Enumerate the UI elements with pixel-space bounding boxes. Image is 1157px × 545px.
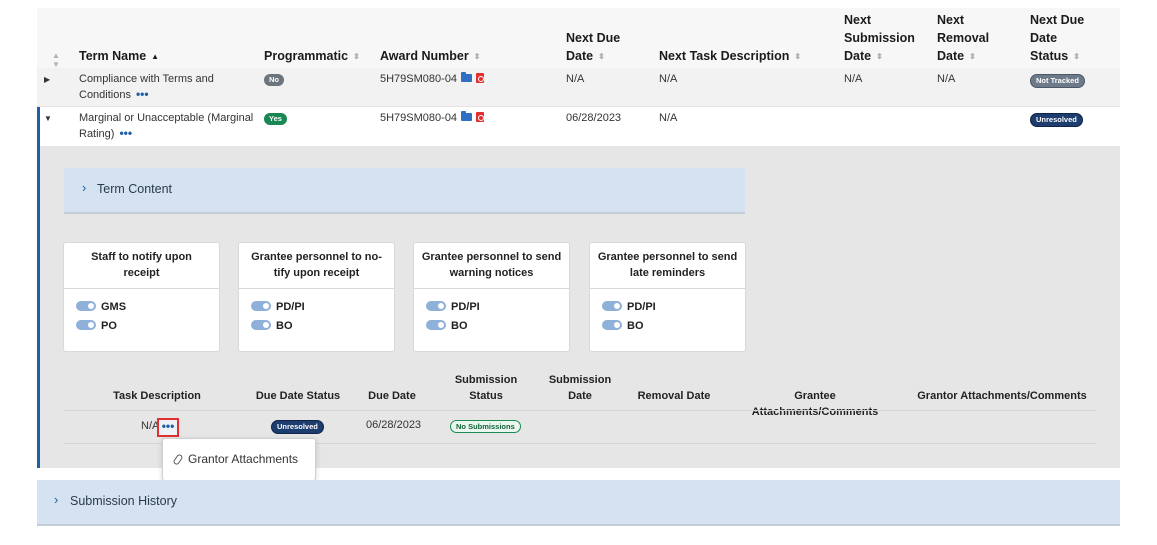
- column-header-next-due-date-status[interactable]: Next Due Date Status ⬍: [1030, 11, 1084, 65]
- chevron-right-icon: ›: [54, 492, 59, 507]
- term-content-title: Term Content: [97, 182, 173, 196]
- column-header-next-removal-date[interactable]: Next Removal Date ⬍: [937, 11, 989, 65]
- submission-status-badge: No Submissions: [450, 420, 521, 433]
- term-name-cell: Compliance with Terms and Conditions •••: [79, 73, 214, 101]
- sort-icon: ⬍: [598, 52, 605, 61]
- status-cell: Not Tracked: [1030, 73, 1085, 88]
- status-badge: Unresolved: [1030, 113, 1083, 127]
- toggle-switch-icon: [76, 301, 96, 311]
- toggle-switch-icon: [251, 301, 271, 311]
- paperclip-icon: [172, 453, 184, 466]
- toggle-switch-icon: [76, 320, 96, 330]
- task-more-options-button[interactable]: •••: [157, 418, 179, 437]
- sort-icon: ⬍: [353, 52, 360, 61]
- toggle-pdpi[interactable]: PD/PI: [602, 301, 656, 313]
- programmatic-cell: Yes: [264, 111, 287, 126]
- sort-icon: ⬍: [969, 52, 976, 61]
- due-date-status-cell: Unresolved: [271, 419, 324, 434]
- sort-icon: ⬍: [473, 52, 481, 61]
- next-due-date-cell: 06/28/2023: [566, 112, 622, 124]
- programmatic-badge: No: [264, 74, 284, 86]
- status-cell: Unresolved: [1030, 112, 1083, 127]
- more-options-icon[interactable]: •••: [136, 87, 149, 101]
- card-title: Grantee personnel to send late reminders: [590, 243, 745, 289]
- toggle-bo[interactable]: BO: [602, 320, 644, 332]
- sort-icon: ⬍: [876, 52, 883, 61]
- toggle-gms[interactable]: GMS: [76, 301, 126, 313]
- task-col-submission-status: Submission Status: [454, 374, 518, 402]
- card-title: Staff to notify upon receipt: [64, 243, 219, 289]
- column-header-programmatic[interactable]: Programmatic ⬍: [264, 47, 360, 65]
- programmatic-cell: No: [264, 72, 284, 87]
- submission-history-title: Submission History: [70, 494, 177, 508]
- term-name-cell: Marginal or Unacceptable (Marginal Rating…: [79, 112, 254, 140]
- toggle-bo[interactable]: BO: [426, 320, 468, 332]
- task-col-submission-date: Submission Date: [548, 374, 612, 402]
- pdf-icon[interactable]: [476, 112, 485, 122]
- toggle-switch-icon: [602, 320, 622, 330]
- status-badge: Unresolved: [271, 420, 324, 434]
- folder-icon[interactable]: [461, 72, 473, 82]
- next-removal-date-cell: N/A: [937, 73, 956, 85]
- award-number-cell: 5H79SM080-04: [380, 111, 485, 126]
- toggle-switch-icon: [602, 301, 622, 311]
- task-options-menu: Grantor Attachments: [162, 438, 316, 481]
- more-options-icon[interactable]: •••: [119, 126, 132, 140]
- sort-icon: ⬍: [794, 52, 802, 61]
- column-header-award-number[interactable]: Award Number ⬍: [380, 47, 480, 65]
- task-col-due-date: Due Date: [368, 390, 416, 402]
- toggle-switch-icon: [426, 320, 446, 330]
- column-header-term-name[interactable]: Term Name ▲: [79, 47, 159, 65]
- toggle-switch-icon: [251, 320, 271, 330]
- status-badge: Not Tracked: [1030, 74, 1085, 88]
- column-header-next-task-description[interactable]: Next Task Description ⬍: [659, 47, 801, 65]
- task-col-removal-date: Removal Date: [637, 390, 711, 402]
- next-due-date-cell: N/A: [566, 73, 585, 85]
- chevron-right-icon: ›: [82, 180, 87, 195]
- card-title: Grantee personnel to send warning notices: [414, 243, 569, 289]
- late-reminders-card: Grantee personnel to send late reminders …: [589, 242, 746, 352]
- next-task-description-cell: N/A: [659, 112, 678, 124]
- sort-icon[interactable]: ▲ ▼: [52, 51, 60, 69]
- column-header-next-submission-date[interactable]: Next Submission Date ⬍: [844, 11, 915, 65]
- term-content-panel[interactable]: › Term Content: [64, 168, 745, 214]
- toggle-po[interactable]: PO: [76, 320, 117, 332]
- due-date-value: 06/28/2023: [366, 419, 422, 431]
- submission-history-panel[interactable]: › Submission History: [37, 480, 1120, 526]
- folder-icon[interactable]: [461, 111, 473, 121]
- notify-grantee-card: Grantee personnel to no-tify upon receip…: [238, 242, 395, 352]
- pdf-icon[interactable]: [476, 73, 485, 83]
- award-number-cell: 5H79SM080-04: [380, 72, 485, 87]
- next-task-description-cell: N/A: [659, 73, 678, 85]
- submission-status-cell: No Submissions: [450, 419, 521, 434]
- task-col-grantor-attachments: Grantor Attachments/Comments: [917, 390, 1087, 402]
- warning-notices-card: Grantee personnel to send warning notices…: [413, 242, 570, 352]
- sort-ascending-icon: ▲: [151, 52, 160, 61]
- menu-item-grantor-attachments[interactable]: Grantor Attachments: [172, 452, 298, 466]
- expand-caret-icon[interactable]: ▶: [44, 75, 50, 84]
- notify-staff-card: Staff to notify upon receipt GMS PO: [63, 242, 220, 352]
- task-col-description: Task Description: [113, 390, 201, 402]
- column-header-next-due-date[interactable]: Next Due Date ⬍: [566, 29, 620, 65]
- toggle-pdpi[interactable]: PD/PI: [426, 301, 480, 313]
- card-title: Grantee personnel to no-tify upon receip…: [239, 243, 394, 289]
- next-submission-date-cell: N/A: [844, 73, 863, 85]
- toggle-switch-icon: [426, 301, 446, 311]
- toggle-bo[interactable]: BO: [251, 320, 293, 332]
- sort-icon: ⬍: [1073, 52, 1080, 61]
- task-col-due-date-status: Due Date Status: [255, 390, 341, 402]
- toggle-pdpi[interactable]: PD/PI: [251, 301, 305, 313]
- programmatic-badge: Yes: [264, 113, 287, 125]
- collapse-caret-icon[interactable]: ▼: [44, 114, 52, 123]
